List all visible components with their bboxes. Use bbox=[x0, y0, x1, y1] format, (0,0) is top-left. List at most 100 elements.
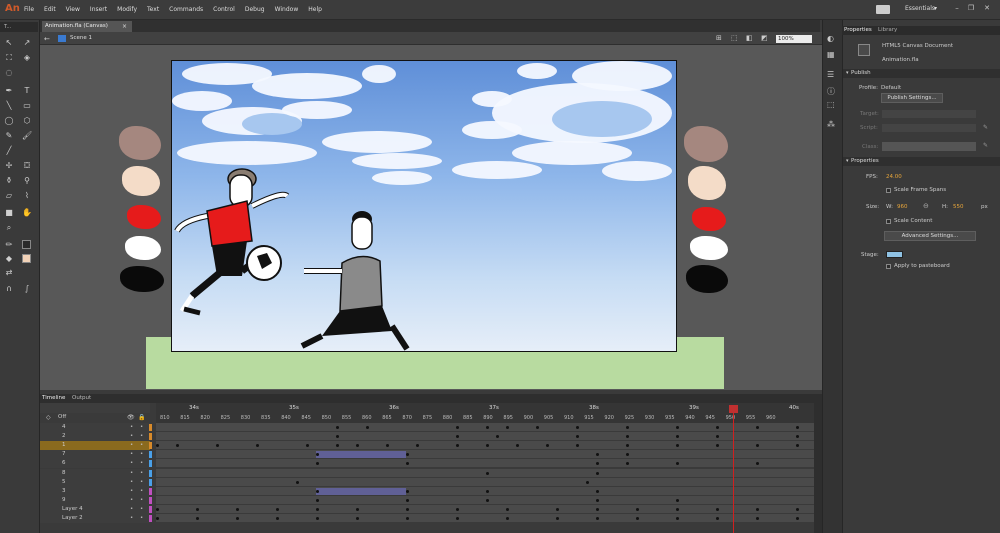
keyframe[interactable] bbox=[356, 507, 359, 511]
snap-magnet-icon[interactable]: ∩ bbox=[4, 284, 14, 294]
keyframe[interactable] bbox=[716, 507, 719, 511]
edit-symbol-icon[interactable]: ◩ bbox=[761, 34, 768, 42]
visibility-toggle-icon[interactable]: • bbox=[130, 423, 133, 432]
zoom-tool-icon[interactable]: ⌕ bbox=[4, 223, 14, 233]
keyframe[interactable] bbox=[796, 517, 799, 520]
visibility-toggle-icon[interactable]: • bbox=[130, 505, 133, 514]
visibility-toggle-icon[interactable]: • bbox=[130, 450, 133, 459]
fill-color-icon[interactable]: ◆ bbox=[4, 254, 14, 264]
camera-icon[interactable]: ■ bbox=[4, 208, 14, 218]
oval-tool-icon[interactable]: ◯ bbox=[4, 116, 14, 126]
tab-close-icon[interactable]: × bbox=[122, 21, 127, 32]
keyframe[interactable] bbox=[316, 489, 319, 493]
frame-row[interactable] bbox=[156, 423, 814, 432]
rectangle-tool-icon[interactable]: ▭ bbox=[22, 101, 32, 111]
keyframe[interactable] bbox=[756, 462, 759, 466]
layer-color-tag[interactable] bbox=[149, 505, 152, 513]
scale-spans-checkbox[interactable] bbox=[886, 188, 891, 193]
stroke-color-swatch[interactable] bbox=[22, 240, 31, 249]
keyframe[interactable] bbox=[536, 426, 539, 429]
keyframe[interactable] bbox=[296, 480, 299, 484]
swatches-icon[interactable]: ▦ bbox=[827, 50, 835, 59]
pen-tool-icon[interactable]: ✒ bbox=[4, 86, 14, 96]
frame-row[interactable] bbox=[156, 432, 814, 442]
layer-color-tag[interactable] bbox=[149, 451, 152, 459]
keyframe[interactable] bbox=[626, 435, 629, 439]
sync-settings-icon[interactable] bbox=[876, 5, 890, 14]
menu-file[interactable]: File bbox=[24, 6, 34, 13]
ink-bottle-icon[interactable]: ⚱ bbox=[4, 176, 14, 186]
eraser-icon[interactable]: ▱ bbox=[4, 191, 14, 201]
target-select[interactable] bbox=[882, 110, 976, 118]
scale-content-checkbox[interactable] bbox=[886, 219, 891, 224]
keyframe[interactable] bbox=[486, 426, 489, 429]
menu-modify[interactable]: Modify bbox=[117, 6, 137, 13]
tab-library[interactable]: Library bbox=[878, 27, 897, 33]
clip-content-icon[interactable]: ⬚ bbox=[731, 34, 738, 42]
keyframe[interactable] bbox=[596, 498, 599, 502]
keyframe[interactable] bbox=[796, 507, 799, 511]
keyframe[interactable] bbox=[356, 444, 359, 448]
keyframe[interactable] bbox=[756, 517, 759, 520]
keyframe[interactable] bbox=[156, 517, 159, 520]
layer-row[interactable]: 4 • • bbox=[40, 423, 150, 432]
keyframe[interactable] bbox=[406, 489, 409, 493]
free-transform-icon[interactable]: ⛶ bbox=[4, 53, 14, 63]
keyframe[interactable] bbox=[596, 489, 599, 493]
menu-edit[interactable]: Edit bbox=[44, 6, 56, 13]
keyframe[interactable] bbox=[596, 462, 599, 466]
keyframe[interactable] bbox=[276, 507, 279, 511]
keyframe[interactable] bbox=[626, 444, 629, 448]
keyframe[interactable] bbox=[556, 517, 559, 520]
keyframe[interactable] bbox=[546, 444, 549, 448]
layer-color-tag[interactable] bbox=[149, 469, 152, 477]
keyframe[interactable] bbox=[486, 489, 489, 493]
apply-pasteboard-checkbox[interactable] bbox=[886, 264, 891, 269]
visibility-toggle-icon[interactable]: • bbox=[130, 478, 133, 487]
transform-icon[interactable]: ⬚ bbox=[827, 100, 835, 109]
keyframe[interactable] bbox=[486, 498, 489, 502]
keyframe[interactable] bbox=[236, 517, 239, 520]
script-select[interactable] bbox=[882, 124, 976, 132]
keyframe[interactable] bbox=[156, 507, 159, 511]
menu-help[interactable]: Help bbox=[308, 6, 322, 13]
layer-color-tag[interactable] bbox=[149, 460, 152, 468]
keyframe[interactable] bbox=[586, 480, 589, 484]
lock-toggle-icon[interactable]: • bbox=[140, 487, 143, 496]
keyframe[interactable] bbox=[516, 444, 519, 448]
keyframe[interactable] bbox=[406, 517, 409, 520]
keyframe[interactable] bbox=[576, 426, 579, 429]
pencil-tool-icon[interactable]: ✎ bbox=[4, 131, 14, 141]
visibility-toggle-icon[interactable]: • bbox=[130, 469, 133, 478]
fps-value[interactable]: 24.00 bbox=[886, 174, 902, 180]
keyframe[interactable] bbox=[336, 444, 339, 448]
keyframe[interactable] bbox=[716, 426, 719, 429]
lock-toggle-icon[interactable]: • bbox=[140, 432, 143, 441]
frame-row[interactable] bbox=[156, 477, 814, 487]
frame-row[interactable] bbox=[156, 459, 814, 469]
keyframe[interactable] bbox=[406, 498, 409, 502]
lasso-icon[interactable]: ◌ bbox=[4, 68, 14, 78]
paint-bucket-icon[interactable]: ⛋ bbox=[22, 161, 32, 171]
stage-color-swatch[interactable] bbox=[886, 251, 903, 258]
keyframe[interactable] bbox=[626, 462, 629, 466]
keyframe[interactable] bbox=[306, 444, 309, 448]
keyframe[interactable] bbox=[236, 507, 239, 511]
keyframe[interactable] bbox=[676, 462, 679, 466]
height-value[interactable]: 550 bbox=[953, 204, 964, 210]
keyframe[interactable] bbox=[496, 435, 499, 439]
class-input[interactable] bbox=[882, 142, 976, 151]
motion-tween[interactable] bbox=[316, 451, 406, 459]
tab-timeline[interactable]: Timeline bbox=[42, 395, 65, 401]
line-tool-icon[interactable]: ╲ bbox=[4, 101, 14, 111]
keyframe[interactable] bbox=[676, 444, 679, 448]
menu-window[interactable]: Window bbox=[275, 6, 299, 13]
layer-color-tag[interactable] bbox=[149, 442, 152, 450]
visibility-toggle-icon[interactable]: • bbox=[130, 432, 133, 441]
keyframe[interactable] bbox=[316, 507, 319, 511]
lock-icon[interactable]: 🔒 bbox=[138, 414, 145, 421]
keyframe[interactable] bbox=[676, 507, 679, 511]
stroke-color-icon[interactable]: ✏ bbox=[4, 240, 14, 250]
layer-row[interactable]: 9 • • bbox=[40, 495, 150, 505]
stage-canvas[interactable] bbox=[171, 60, 677, 352]
